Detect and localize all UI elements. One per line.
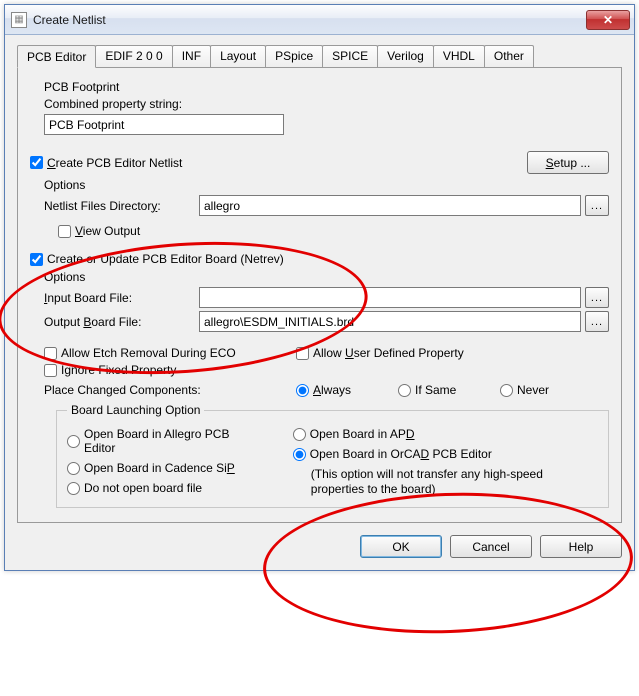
options1-header: Options	[44, 178, 609, 192]
radio-apd-label: Open Board in APD	[310, 427, 415, 441]
launch-legend: Board Launching Option	[67, 403, 204, 417]
radio-never-input[interactable]	[500, 384, 513, 397]
tab-other[interactable]: Other	[484, 45, 534, 68]
radio-ifsame[interactable]: If Same	[398, 383, 488, 397]
user-defined-prop-input[interactable]	[296, 347, 309, 360]
radio-apd-input[interactable]	[293, 428, 306, 441]
output-board-field[interactable]	[199, 311, 581, 332]
tab-panel-pcb-editor: PCB Footprint Combined property string: …	[17, 67, 622, 523]
tab-strip: PCB Editor EDIF 2 0 0 INF Layout PSpice …	[17, 45, 622, 68]
radio-allegro-label: Open Board in Allegro PCB Editor	[84, 427, 257, 455]
input-board-label: Input Board File:	[44, 291, 199, 305]
input-board-field[interactable]	[199, 287, 581, 308]
create-netlist-label: Create PCB Editor Netlist	[47, 156, 182, 170]
etch-removal-input[interactable]	[44, 347, 57, 360]
radio-always[interactable]: Always	[296, 383, 386, 397]
radio-sip-label: Open Board in Cadence SiP	[84, 461, 235, 475]
titlebar: ▦ Create Netlist ✕	[5, 5, 634, 35]
radio-sip-input[interactable]	[67, 462, 80, 475]
annotation-ellipse-2	[261, 487, 636, 640]
radio-allegro[interactable]: Open Board in Allegro PCB Editor	[67, 427, 257, 455]
radio-orcad[interactable]: Open Board in OrCAD PCB Editor	[293, 447, 586, 461]
radio-orcad-note: (This option will not transfer any high-…	[311, 467, 598, 497]
cancel-button[interactable]: Cancel	[450, 535, 532, 558]
user-defined-prop-checkbox[interactable]: Allow User Defined Property	[296, 346, 464, 360]
radio-ifsame-input[interactable]	[398, 384, 411, 397]
radio-never-label: Never	[517, 383, 549, 397]
radio-sip[interactable]: Open Board in Cadence SiP	[67, 461, 257, 475]
tab-inf[interactable]: INF	[172, 45, 211, 68]
create-netlist-input[interactable]	[30, 156, 43, 169]
window-title: Create Netlist	[33, 13, 586, 27]
place-changed-label: Place Changed Components:	[44, 383, 296, 397]
radio-orcad-input[interactable]	[293, 448, 306, 461]
radio-always-input[interactable]	[296, 384, 309, 397]
etch-removal-label: Allow Etch Removal During ECO	[61, 346, 236, 360]
view-output-label: View Output	[75, 224, 140, 238]
setup-button[interactable]: Setup ...	[527, 151, 609, 174]
app-icon: ▦	[11, 12, 27, 28]
launch-group: Board Launching Option Open Board in All…	[56, 403, 609, 508]
ok-button[interactable]: OK	[360, 535, 442, 558]
tab-layout[interactable]: Layout	[210, 45, 266, 68]
netrev-input[interactable]	[30, 253, 43, 266]
radio-none-input[interactable]	[67, 482, 80, 495]
dialog-footer: OK Cancel Help	[17, 535, 622, 558]
tab-spice[interactable]: SPICE	[322, 45, 378, 68]
create-netlist-checkbox[interactable]: Create PCB Editor Netlist	[30, 156, 182, 170]
radio-orcad-label: Open Board in OrCAD PCB Editor	[310, 447, 492, 461]
ignore-fixed-checkbox[interactable]: Ignore Fixed Property	[44, 363, 176, 377]
radio-apd[interactable]: Open Board in APD	[293, 427, 586, 441]
output-board-label: Output Board File:	[44, 315, 199, 329]
netlist-dir-field[interactable]	[199, 195, 581, 216]
radio-allegro-input[interactable]	[67, 435, 80, 448]
tab-vhdl[interactable]: VHDL	[433, 45, 485, 68]
ignore-fixed-input[interactable]	[44, 364, 57, 377]
netlist-dir-browse-button[interactable]: ...	[585, 195, 609, 216]
radio-none[interactable]: Do not open board file	[67, 481, 257, 495]
options2-header: Options	[44, 270, 609, 284]
netrev-checkbox[interactable]: Create or Update PCB Editor Board (Netre…	[30, 252, 284, 266]
input-board-browse-button[interactable]: ...	[585, 287, 609, 308]
tab-pspice[interactable]: PSpice	[265, 45, 323, 68]
view-output-input[interactable]	[58, 225, 71, 238]
etch-removal-checkbox[interactable]: Allow Etch Removal During ECO	[44, 346, 296, 360]
radio-always-label: Always	[313, 383, 351, 397]
help-button[interactable]: Help	[540, 535, 622, 558]
view-output-checkbox[interactable]: View Output	[58, 224, 140, 238]
tab-verilog[interactable]: Verilog	[377, 45, 434, 68]
close-icon: ✕	[603, 13, 613, 27]
netrev-label: Create or Update PCB Editor Board (Netre…	[47, 252, 284, 266]
dialog-content: PCB Editor EDIF 2 0 0 INF Layout PSpice …	[5, 35, 634, 570]
close-button[interactable]: ✕	[586, 10, 630, 30]
dialog-window: ▦ Create Netlist ✕ PCB Editor EDIF 2 0 0…	[4, 4, 635, 571]
tab-edif[interactable]: EDIF 2 0 0	[95, 45, 172, 68]
radio-none-label: Do not open board file	[84, 481, 202, 495]
ignore-fixed-label: Ignore Fixed Property	[61, 363, 176, 377]
radio-ifsame-label: If Same	[415, 383, 456, 397]
tab-pcb-editor[interactable]: PCB Editor	[17, 45, 96, 68]
radio-never[interactable]: Never	[500, 383, 549, 397]
footprint-header: PCB Footprint	[44, 80, 609, 94]
combined-property-field[interactable]	[44, 114, 284, 135]
user-defined-prop-label: Allow User Defined Property	[313, 346, 464, 360]
netlist-dir-label: Netlist Files Directory:	[44, 199, 199, 213]
output-board-browse-button[interactable]: ...	[585, 311, 609, 332]
combined-property-label: Combined property string:	[44, 97, 182, 111]
